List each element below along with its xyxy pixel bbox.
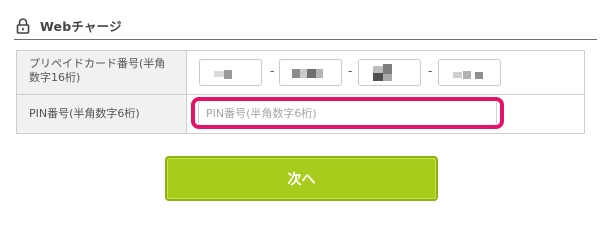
next-button[interactable]: 次へ (165, 156, 438, 201)
section-title: Webチャージ (40, 19, 122, 34)
card-number-input-4[interactable] (438, 59, 501, 86)
card-number-input-3[interactable] (358, 59, 421, 86)
lock-icon (16, 17, 30, 34)
charge-form: プリペイドカード番号(半角数字16桁) - - - PIN番号(半角数字6桁) … (16, 50, 585, 134)
card-separator-3: - (428, 64, 433, 78)
card-number-fields: - - - (187, 51, 584, 94)
card-separator-1: - (270, 64, 275, 78)
card-separator-2: - (348, 64, 353, 78)
pin-field (187, 95, 584, 133)
card-number-row: プリペイドカード番号(半角数字16桁) - - - (17, 51, 584, 95)
section-header: Webチャージ (14, 12, 597, 40)
card-number-label: プリペイドカード番号(半角数字16桁) (17, 51, 187, 94)
card-number-input-2[interactable] (279, 59, 342, 86)
pin-label: PIN番号(半角数字6桁) (17, 95, 187, 133)
pin-row: PIN番号(半角数字6桁) (17, 95, 584, 133)
pin-input[interactable] (198, 100, 497, 126)
card-number-input-1[interactable] (199, 59, 262, 86)
